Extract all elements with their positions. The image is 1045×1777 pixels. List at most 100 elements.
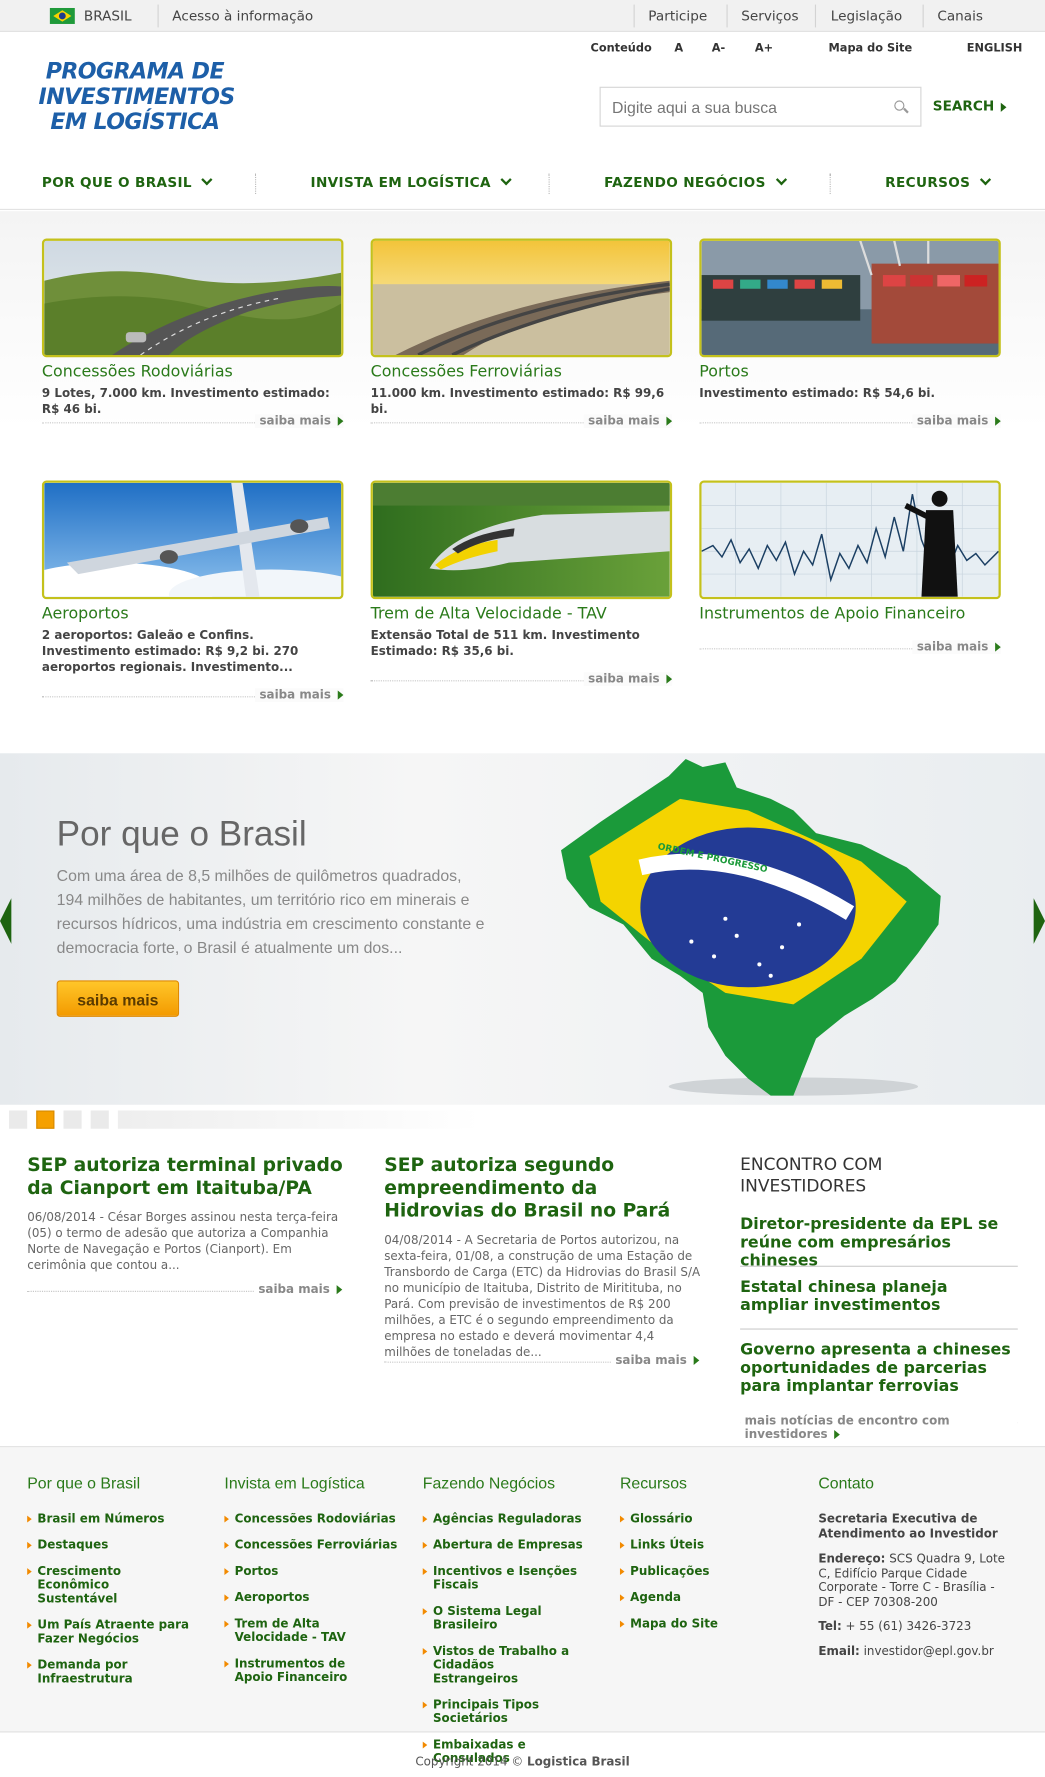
footer-link[interactable]: Concessões Rodoviárias [224,1512,405,1526]
footer-link[interactable]: Mapa do Site [619,1617,801,1631]
footer-link[interactable]: Um País Atraente para Fazer Negócios [27,1618,208,1646]
carousel-dot[interactable] [90,1110,109,1129]
font-increase-button[interactable]: A+ [755,42,773,55]
saiba-mais-label: saiba mais [615,1353,687,1368]
access-info-link[interactable]: Acesso à informação [172,0,313,32]
news-title[interactable]: SEP autoriza terminal privado da Cianpor… [27,1154,344,1200]
footer-link[interactable]: Brasil em Números [27,1512,208,1526]
hero-saiba-mais-button[interactable]: saiba mais [56,980,180,1017]
contact-org: Secretaria Executiva de Atendimento ao I… [818,1512,998,1541]
saiba-mais-link[interactable]: saiba mais [610,1353,700,1368]
copyright-brand: Logistica Brasil [527,1755,630,1770]
footer-link[interactable]: Links Úteis [619,1538,801,1552]
footer-link[interactable]: O Sistema Legal Brasileiro [422,1605,604,1632]
encontro-heading: ENCONTRO COM INVESTIDORES [740,1153,883,1197]
copyright-text: Copyright 2014 © [415,1755,528,1770]
contact-label: Email: [818,1644,860,1658]
contact-email-link[interactable]: investidor@epl.gov.br [864,1644,994,1658]
carousel-next-arrow-icon[interactable] [1033,898,1045,944]
card-more-row: saiba mais [41,688,344,702]
footer-link[interactable]: Concessões Ferroviárias [224,1538,405,1552]
nav-recursos[interactable]: RECURSOS [885,174,992,191]
content-link[interactable]: Conteúdo [591,42,652,55]
footer-link[interactable]: Destaques [27,1538,208,1552]
divider [633,4,635,28]
carousel-dot[interactable] [9,1110,28,1129]
news-title[interactable]: SEP autoriza segundo empreendimento da H… [384,1154,701,1222]
card-title[interactable]: Concessões Rodoviárias [42,363,343,381]
font-decrease-button[interactable]: A- [712,42,725,55]
card-title[interactable]: Aeroportos [42,605,343,623]
card-title[interactable]: Trem de Alta Velocidade - TAV [371,605,672,623]
carousel-prev-arrow-icon[interactable] [0,898,12,944]
search-icon[interactable] [894,100,905,111]
card-image-airplane[interactable] [41,480,344,600]
footer-link[interactable]: Vistos de Trabalho a Cidadãos Estrangeir… [422,1645,582,1686]
footer-link[interactable]: Incentivos e Isenções Fiscais [422,1565,604,1592]
card-aeroportos: Aeroportos 2 aeroportos: Galeão e Confin… [41,480,344,702]
saiba-mais-link[interactable]: saiba mais [583,414,673,428]
search-button[interactable]: SEARCH [933,98,1007,114]
carousel-dot[interactable] [63,1110,82,1129]
arrow-right-icon [666,416,673,426]
card-title[interactable]: Concessões Ferroviárias [371,363,672,381]
saiba-mais-link[interactable]: saiba mais [253,1282,343,1297]
footer-link[interactable]: Abertura de Empresas [422,1538,604,1552]
footer-link[interactable]: Instrumentos de Apoio Financeiro [224,1657,366,1685]
port-image [701,240,999,355]
card-image-rail[interactable] [370,238,673,358]
card-image-finance[interactable] [699,480,1001,600]
hero-text: Com uma área de 8,5 milhões de quilômetr… [56,866,485,957]
chevron-down-icon [201,174,213,186]
topbar-link-servicos[interactable]: Serviços [741,0,798,32]
nav-invista-em-logistica[interactable]: INVISTA EM LOGÍSTICA [311,174,512,191]
footer-link[interactable]: Agenda [619,1591,801,1605]
saiba-mais-link[interactable]: saiba mais [254,414,344,428]
footer-link[interactable]: Portos [224,1565,405,1578]
saiba-mais-link[interactable]: saiba mais [912,414,1001,428]
railway-image [372,240,670,355]
arrow-right-icon [337,690,344,700]
card-image-train[interactable] [370,480,673,600]
encontro-news-link[interactable]: Diretor-presidente da EPL se reúne com e… [740,1215,1018,1270]
topbar-link-legislacao[interactable]: Legislação [831,0,902,32]
saiba-mais-link[interactable]: saiba mais [912,640,1001,654]
saiba-mais-label: saiba mais [916,414,989,428]
footer-link[interactable]: Trem de Alta Velocidade - TAV [224,1617,377,1645]
card-title[interactable]: Portos [699,363,1000,381]
arrow-right-icon [666,674,673,684]
mais-noticias-link[interactable]: mais notícias de encontro com investidor… [740,1414,1018,1442]
saiba-mais-link[interactable]: saiba mais [583,672,673,686]
font-normal-button[interactable]: A [674,42,683,55]
topbar-link-participe[interactable]: Participe [648,0,707,32]
footer-link[interactable]: Demanda por Infraestrutura [27,1658,208,1686]
footer-link[interactable]: Glossário [619,1512,801,1526]
footer-link[interactable]: Principais Tipos Societários [422,1698,604,1726]
nav-fazendo-negocios[interactable]: FAZENDO NEGÓCIOS [604,174,787,191]
saiba-mais-link[interactable]: saiba mais [254,688,344,702]
english-link[interactable]: ENGLISH [967,42,1023,55]
brasil-link[interactable]: BRASIL [84,0,132,32]
search-input[interactable] [600,87,873,126]
card-more-row: saiba mais [370,414,673,428]
mais-noticias-label: mais notícias de encontro com investidor… [744,1414,950,1442]
news-more-row: saiba mais [27,1282,343,1297]
card-image-port[interactable] [699,238,1001,358]
topbar-link-canais[interactable]: Canais [937,0,983,32]
footer-link[interactable]: Crescimento Econômico Sustentável [27,1565,174,1606]
nav-label: POR QUE O BRASIL [41,174,192,191]
logo-line: EM LOGÍSTICA [50,108,220,135]
card-title[interactable]: Instrumentos de Apoio Financeiro [699,605,1000,623]
program-logo[interactable]: PROGRAMA DE INVESTIMENTOS EM LOGÍSTICA [39,59,236,135]
carousel-dot-active[interactable] [36,1110,55,1129]
card-more-row: saiba mais [699,414,1001,428]
encontro-news-link[interactable]: Estatal chinesa planeja ampliar investim… [740,1278,1018,1315]
encontro-news-link[interactable]: Governo apresenta a chineses oportunidad… [740,1341,1018,1396]
footer-link[interactable]: Agências Reguladoras [422,1512,604,1526]
footer-link[interactable]: Aeroportos [224,1591,405,1605]
sitemap-link[interactable]: Mapa do Site [829,42,913,55]
nav-por-que-o-brasil[interactable]: POR QUE O BRASIL [41,174,213,191]
footer-link[interactable]: Publicações [619,1565,801,1578]
footer-heading: Fazendo Negócios [422,1473,556,1492]
card-image-road[interactable] [41,238,344,358]
